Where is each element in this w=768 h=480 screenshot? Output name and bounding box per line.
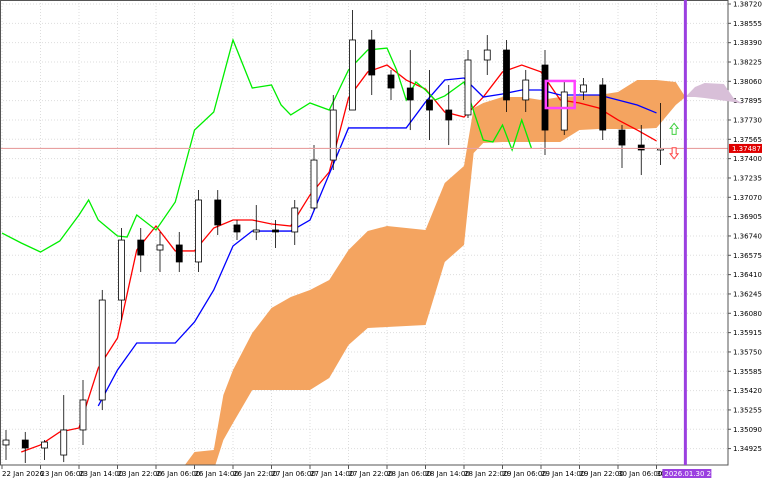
candle-bullish [522, 79, 530, 101]
candle-bearish [503, 49, 510, 101]
price-tick-label: 1.38060 [733, 78, 762, 86]
candle-bearish [426, 99, 433, 111]
arrow-up-outline-icon [669, 122, 680, 135]
candle-bullish [252, 229, 260, 233]
current-price-label: 1.37487 [732, 145, 761, 153]
candle-bullish [464, 59, 472, 116]
time-tick-label: 22 Jan 2026 [2, 470, 45, 478]
candles [2, 9, 664, 463]
candle-bullish [349, 39, 356, 111]
candle-bullish [195, 199, 202, 263]
candle-bearish [599, 84, 607, 131]
price-tick-label: 1.37400 [733, 155, 762, 163]
candle-bullish [560, 91, 568, 131]
price-tick-label: 1.36740 [733, 232, 762, 240]
candle-bullish [483, 49, 491, 61]
candle-bearish [406, 87, 414, 101]
candle-bearish [21, 439, 29, 449]
price-tick-label: 1.36410 [733, 271, 762, 279]
candle-bullish [580, 84, 587, 93]
candle-bullish [310, 159, 318, 209]
candle-bearish [387, 74, 395, 89]
price-tick-label: 1.36905 [733, 213, 762, 221]
price-tick-label: 1.35255 [733, 406, 762, 414]
candle-bullish [79, 399, 87, 431]
price-tick-label: 1.35750 [733, 348, 762, 356]
price-tick-label: 1.37565 [733, 136, 762, 144]
grid [0, 0, 728, 465]
candle-bearish [637, 144, 645, 151]
candle-bullish [41, 441, 48, 449]
candle-bullish [98, 299, 106, 401]
candle-bearish [272, 229, 279, 233]
arrow-down-outline-icon [669, 147, 680, 160]
candle-bullish [118, 239, 125, 301]
price-tick-label: 1.35915 [733, 329, 762, 337]
candle-bullish [291, 207, 299, 233]
price-tick-label: 1.37070 [733, 194, 762, 202]
candle-bearish [175, 244, 183, 263]
candle-bearish [137, 239, 145, 256]
price-tick-label: 1.34925 [733, 445, 762, 453]
time-marker-label: 2026.01.30 20:00 [664, 470, 726, 478]
price-tick-label: 1.35585 [733, 368, 762, 376]
price-chart[interactable]: 1.387201.385551.383901.382251.380601.378… [0, 0, 768, 480]
candle-bearish [214, 199, 222, 226]
candle-bullish [2, 439, 10, 446]
candle-bearish [445, 109, 453, 121]
price-tick-label: 1.38555 [733, 20, 762, 28]
price-tick-label: 1.38390 [733, 39, 762, 47]
price-tick-label: 1.38225 [733, 58, 762, 66]
price-tick-label: 1.37730 [733, 116, 762, 124]
candle-bearish [368, 39, 376, 76]
candle-bullish [329, 109, 337, 161]
price-tick-label: 1.36245 [733, 290, 762, 298]
price-tick-label: 1.38720 [733, 1, 762, 9]
price-tick-label: 1.37235 [733, 174, 762, 182]
candle-bearish [618, 129, 626, 146]
price-tick-label: 1.36575 [733, 252, 762, 260]
candle-bullish [60, 429, 68, 456]
price-tick-label: 1.35420 [733, 387, 762, 395]
price-tick-label: 1.36080 [733, 310, 762, 318]
candle-bearish [233, 224, 241, 233]
candle-bullish [156, 244, 164, 251]
plot-frame [0, 0, 729, 466]
price-tick-label: 1.35090 [733, 426, 762, 434]
